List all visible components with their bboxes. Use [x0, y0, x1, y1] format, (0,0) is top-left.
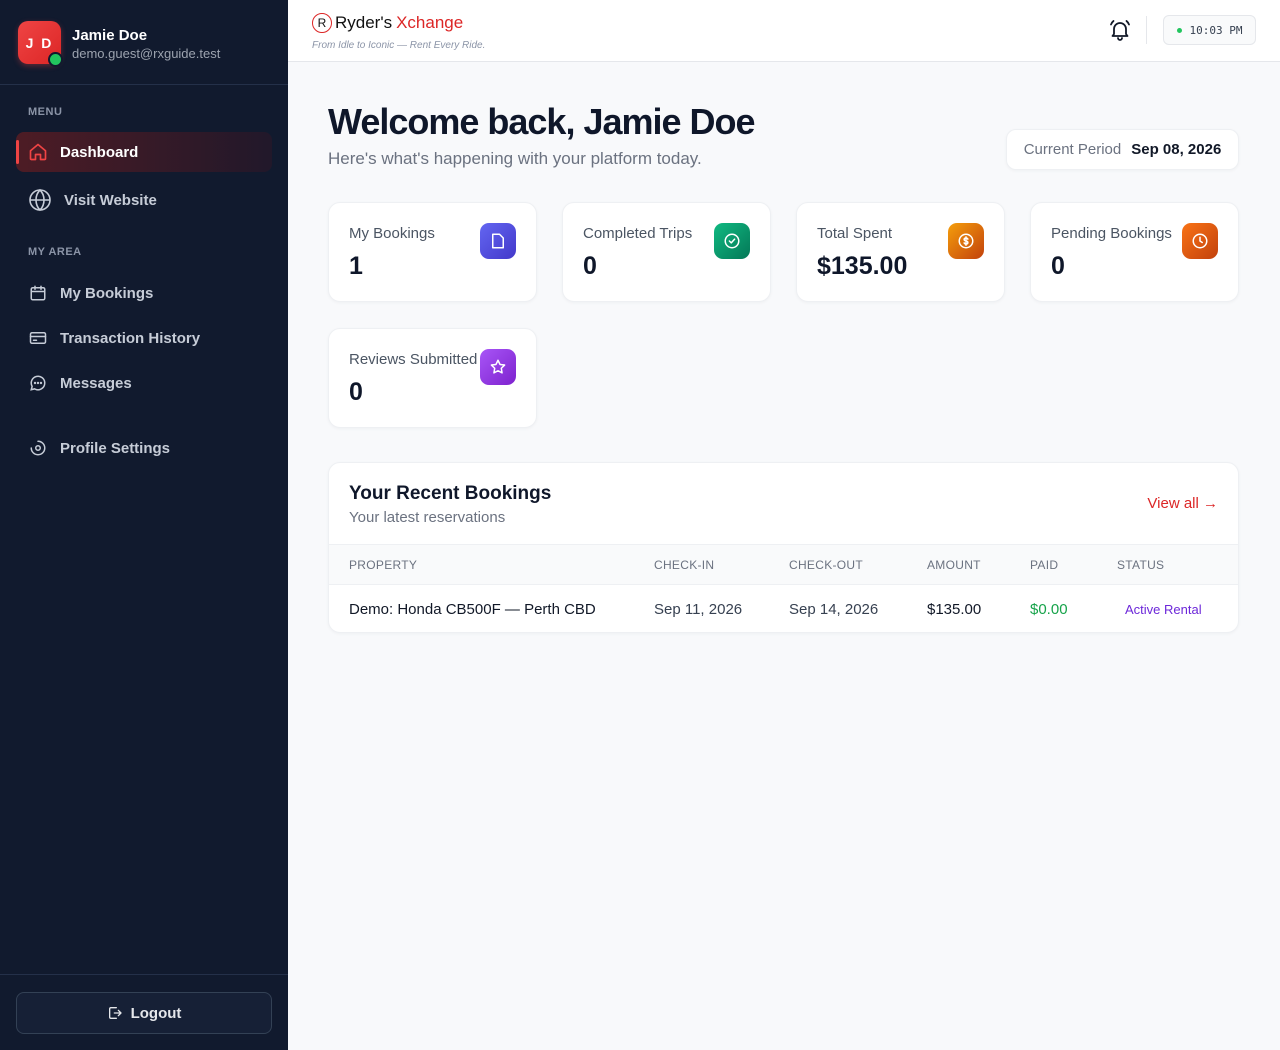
period-value: Sep 08, 2026 — [1131, 141, 1222, 158]
check-circle-icon — [714, 223, 750, 259]
recent-bookings-card: Your Recent Bookings Your latest reserva… — [328, 462, 1239, 633]
sidebar-item-label: My Bookings — [60, 284, 154, 302]
profile-name: Jamie Doe — [72, 27, 148, 44]
brand-mark: R — [312, 13, 332, 33]
stat-card-completed-trips[interactable]: Completed Trips 0 — [562, 202, 771, 302]
sidebar-item-label: Profile Settings — [60, 439, 171, 457]
calendar-icon — [28, 283, 48, 303]
stat-value: 1 — [349, 252, 363, 280]
logout-label: Logout — [130, 1004, 182, 1022]
dollar-icon — [948, 223, 984, 259]
page-subtitle: Here's what's happening with your platfo… — [328, 149, 702, 168]
chat-icon — [28, 373, 48, 393]
stat-label: Total Spent — [817, 225, 893, 242]
recent-bookings-subtitle: Your latest reservations — [349, 509, 506, 526]
file-icon — [480, 223, 516, 259]
brand-name-accent: Xchange — [396, 13, 464, 32]
status-badge: Active Rental — [1125, 602, 1202, 617]
column-header-paid: PAID — [1030, 558, 1059, 572]
clock-widget: 10:03 PM — [1163, 15, 1256, 45]
sidebar-item-label: Visit Website — [64, 191, 157, 209]
brand-name-primary: Ryder's — [335, 13, 393, 32]
home-icon — [28, 142, 48, 162]
cell-paid: $0.00 — [1030, 601, 1068, 618]
sidebar: J D Jamie Doe demo.guest@rxguide.test ME… — [0, 0, 288, 1050]
recent-bookings-title: Your Recent Bookings — [349, 483, 552, 504]
stat-value: $135.00 — [817, 252, 908, 280]
globe-icon — [28, 188, 52, 212]
view-all-link[interactable]: View all → — [1147, 495, 1218, 512]
stat-card-pending-bookings[interactable]: Pending Bookings 0 — [1030, 202, 1239, 302]
column-header-status: STATUS — [1117, 558, 1165, 572]
sidebar-item-visit-website[interactable]: Visit Website — [16, 180, 272, 220]
stat-value: 0 — [349, 378, 363, 406]
profile-header: J D Jamie Doe demo.guest@rxguide.test — [0, 0, 288, 85]
stat-value: 0 — [1051, 252, 1065, 280]
column-header-amount: AMOUNT — [927, 558, 981, 572]
logout-icon — [107, 1005, 123, 1021]
my-area-section-label: MY AREA — [28, 246, 82, 258]
stat-label: Reviews Submitted — [349, 351, 478, 368]
period-label: Current Period — [1023, 141, 1122, 158]
stat-label: My Bookings — [349, 225, 435, 242]
stat-card-reviews-submitted[interactable]: Reviews Submitted 0 — [328, 328, 537, 428]
column-header-property: PROPERTY — [349, 558, 418, 572]
clock-icon — [1182, 223, 1218, 259]
stat-value: 0 — [583, 252, 597, 280]
clock-time: 10:03 PM — [1189, 23, 1243, 37]
sidebar-item-dashboard[interactable]: Dashboard — [16, 132, 272, 172]
column-header-check-in: CHECK-IN — [654, 558, 715, 572]
stat-label: Pending Bookings — [1051, 225, 1172, 242]
table-header: PROPERTY CHECK-IN CHECK-OUT AMOUNT PAID … — [329, 544, 1238, 585]
star-icon — [480, 349, 516, 385]
sidebar-item-label: Dashboard — [60, 143, 139, 161]
settings-icon — [28, 438, 48, 458]
top-header: R Ryder's Xchange From Idle to Iconic — … — [288, 0, 1280, 62]
cell-amount: $135.00 — [927, 601, 982, 618]
sidebar-item-my-bookings[interactable]: My Bookings — [16, 273, 272, 313]
stat-card-my-bookings[interactable]: My Bookings 1 — [328, 202, 537, 302]
clock-status-dot — [1176, 27, 1182, 33]
online-status-dot — [48, 52, 63, 67]
sidebar-footer-divider — [0, 974, 288, 975]
sidebar-item-transaction-history[interactable]: Transaction History — [16, 318, 272, 358]
stat-label: Completed Trips — [583, 225, 693, 242]
sidebar-item-label: Transaction History — [60, 329, 201, 347]
column-header-check-out: CHECK-OUT — [789, 558, 864, 572]
cell-property: Demo: Honda CB500F — Perth CBD — [349, 601, 596, 618]
page-title: Welcome back, Jamie Doe — [328, 101, 756, 142]
brand-tagline: From Idle to Iconic — Rent Every Ride. — [312, 40, 486, 51]
credit-card-icon — [28, 328, 48, 348]
sidebar-item-messages[interactable]: Messages — [16, 363, 272, 403]
sidebar-item-profile-settings[interactable]: Profile Settings — [16, 428, 272, 468]
notification-bell-icon[interactable] — [1108, 18, 1132, 42]
menu-section-label: MENU — [28, 106, 63, 118]
header-divider — [1146, 16, 1147, 44]
brand-logo[interactable]: R Ryder's Xchange — [312, 13, 463, 33]
sidebar-item-label: Messages — [60, 374, 132, 392]
current-period-badge: Current Period Sep 08, 2026 — [1006, 129, 1239, 170]
cell-check-in: Sep 11, 2026 — [654, 601, 743, 618]
profile-email: demo.guest@rxguide.test — [72, 46, 221, 61]
cell-check-out: Sep 14, 2026 — [789, 601, 879, 618]
stat-card-total-spent[interactable]: Total Spent $135.00 — [796, 202, 1005, 302]
logout-button[interactable]: Logout — [16, 992, 272, 1034]
